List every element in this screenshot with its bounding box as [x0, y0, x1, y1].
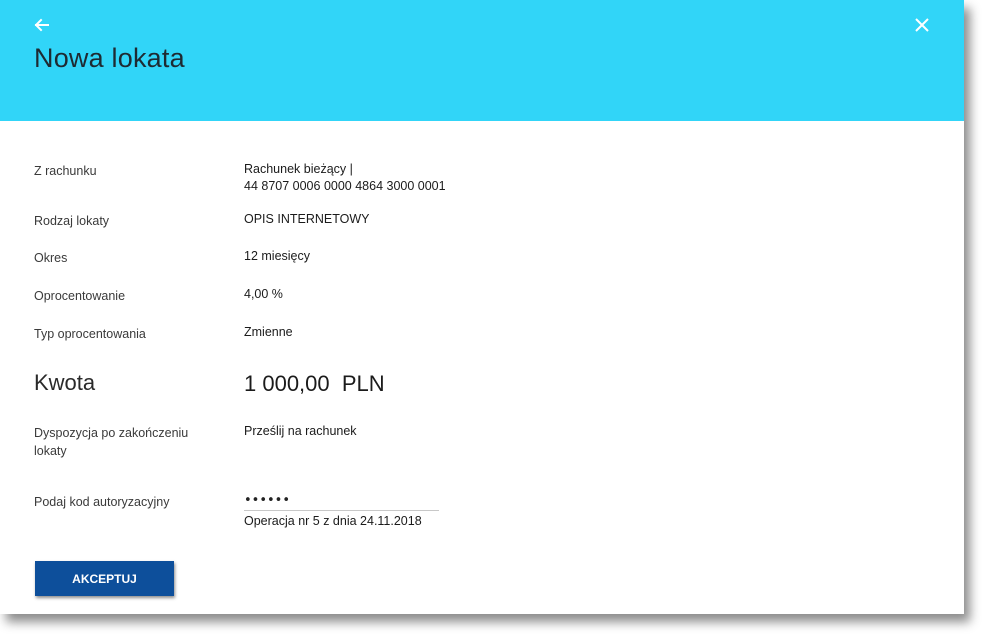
amount-value: 1 000,00 PLN: [244, 371, 385, 396]
deposit-panel: Nowa lokata Z rachunku Rachunek bieżący …: [0, 0, 964, 614]
period-value: 12 miesięcy: [244, 249, 310, 263]
disposition-value: Prześlij na rachunek: [244, 424, 357, 438]
interest-type-value: Zmienne: [244, 325, 293, 339]
interest-value: 4,00 %: [244, 287, 283, 301]
accept-button[interactable]: AKCEPTUJ: [35, 561, 174, 596]
auth-code-hint: Operacja nr 5 z dnia 24.11.2018: [244, 514, 422, 528]
period-label: Okres: [34, 251, 68, 265]
back-button[interactable]: [31, 14, 53, 36]
account-name: Rachunek bieżący |: [244, 162, 353, 176]
amount-label: Kwota: [34, 370, 96, 395]
account-label: Z rachunku: [34, 164, 97, 178]
close-icon: [915, 18, 929, 32]
auth-code-input[interactable]: [244, 490, 439, 511]
arrow-left-icon: [34, 18, 49, 32]
auth-code-label: Podaj kod autoryzacyjny: [34, 495, 170, 509]
deposit-type-label: Rodzaj lokaty: [34, 214, 110, 228]
account-number: 44 8707 0006 0000 4864 3000 0001: [244, 179, 446, 193]
disposition-label: Dyspozycja po zakończeniu lokaty: [34, 426, 189, 458]
deposit-type-value: OPIS INTERNETOWY: [244, 212, 370, 226]
page-title: Nowa lokata: [34, 43, 185, 73]
close-button[interactable]: [911, 14, 933, 36]
account-value: Rachunek bieżący | 44 8707 0006 0000 486…: [244, 161, 446, 195]
header-bar: Nowa lokata: [0, 0, 964, 121]
interest-label: Oprocentowanie: [34, 289, 126, 303]
interest-type-label: Typ oprocentowania: [34, 327, 146, 341]
